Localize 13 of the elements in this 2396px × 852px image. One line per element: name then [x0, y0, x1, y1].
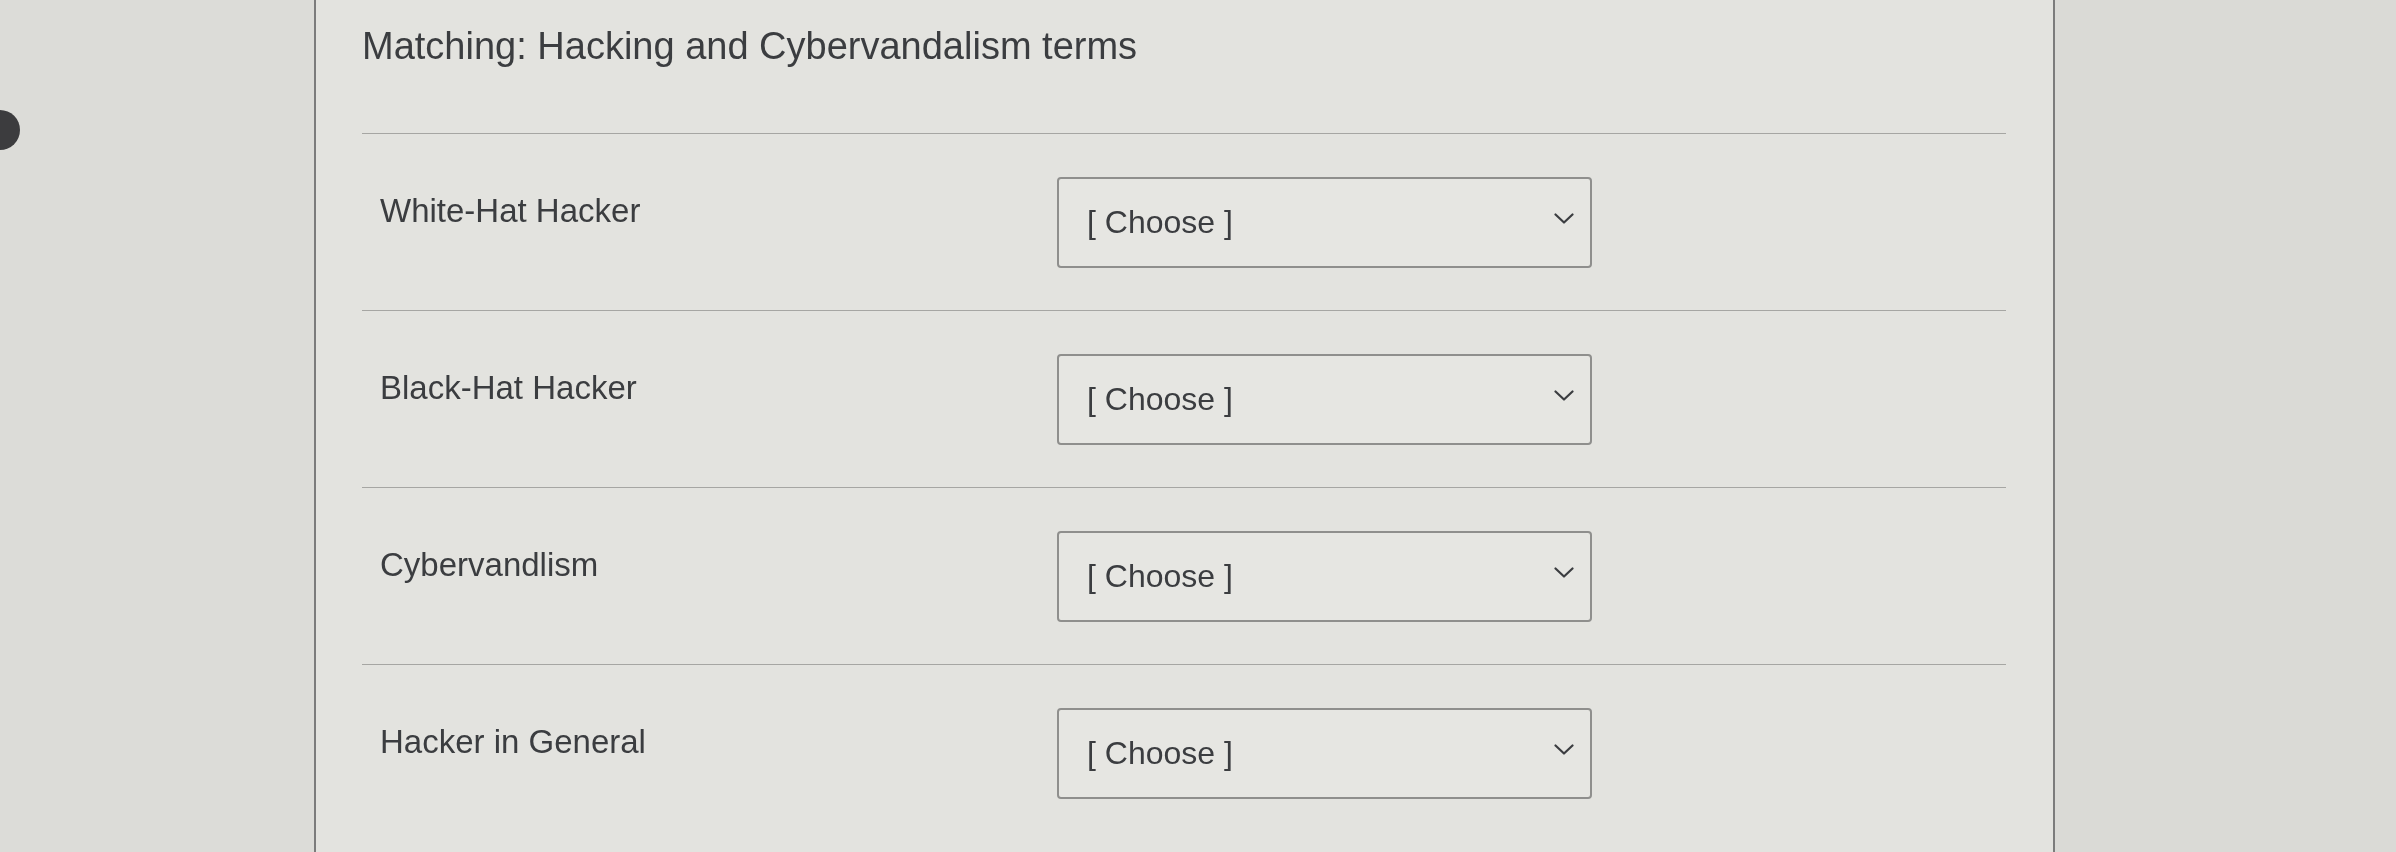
chevron-down-icon	[1554, 567, 1574, 578]
chevron-down-icon	[1554, 213, 1574, 224]
term-label: Cybervandlism	[379, 545, 599, 585]
question-title: Matching: Hacking and Cybervandalism terms	[362, 24, 1139, 69]
answer-dropdown[interactable]: [ Choose ]	[1057, 354, 1592, 445]
chevron-down-icon	[1554, 390, 1574, 401]
term-label: White-Hat Hacker	[379, 191, 641, 231]
term-label: Black-Hat Hacker	[379, 368, 637, 408]
answer-dropdown[interactable]: [ Choose ]	[1057, 177, 1592, 268]
term-label: Hacker in General	[379, 722, 646, 762]
chevron-down-icon	[1554, 744, 1574, 755]
answer-dropdown[interactable]: [ Choose ]	[1057, 708, 1592, 799]
answer-dropdown[interactable]: [ Choose ]	[1057, 531, 1592, 622]
